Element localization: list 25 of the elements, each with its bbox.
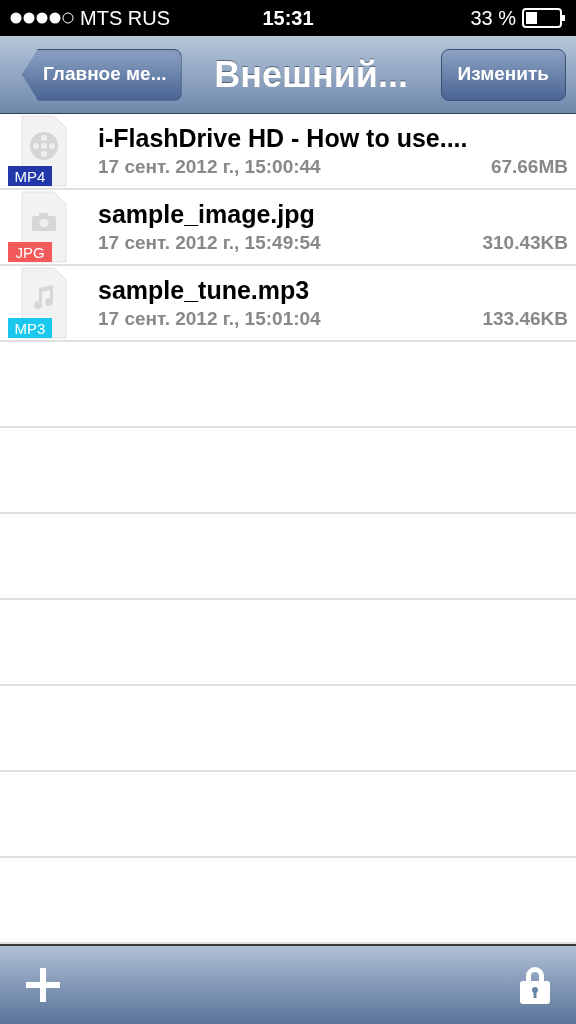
file-row[interactable]: MP3 sample_tune.mp3 17 сент. 2012 г., 15:01:04 133.46KB — [0, 266, 576, 342]
file-name: i-FlashDrive HD - How to use.... — [98, 123, 469, 154]
file-size: 133.46KB — [482, 307, 568, 331]
carrier-name: MTS RUS — [80, 6, 170, 31]
file-type-badge: JPG — [8, 242, 52, 262]
file-size: 310.43KB — [482, 231, 568, 255]
file-name: sample_tune.mp3 — [98, 275, 311, 306]
edit-button[interactable]: Изменить — [440, 48, 566, 101]
lock-icon[interactable] — [520, 966, 550, 1004]
battery-percent: 33 % — [470, 6, 516, 31]
signal-strength-icon — [10, 11, 74, 25]
add-icon[interactable] — [26, 968, 60, 1002]
file-row[interactable]: MP4 i-FlashDrive HD - How to use.... 17 сент. 2012 г., 15:00:44 67.66MB — [0, 114, 576, 190]
file-type-badge: MP4 — [8, 166, 52, 186]
back-button[interactable]: Главное ме... — [22, 48, 182, 101]
screen-title: Внешний... — [213, 52, 409, 97]
battery-icon — [522, 8, 566, 28]
file-size: 67.66MB — [490, 155, 568, 179]
file-date: 17 сент. 2012 г., 15:00:44 — [98, 155, 321, 179]
file-date: 17 сент. 2012 г., 15:01:04 — [98, 307, 321, 331]
file-row[interactable]: JPG sample_image.jpg 17 сент. 2012 г., 15:49:54 310.43KB — [0, 190, 576, 266]
clock-time: 15:31 — [262, 6, 314, 31]
file-date: 17 сент. 2012 г., 15:49:54 — [98, 231, 321, 255]
file-name: sample_image.jpg — [98, 199, 316, 230]
file-type-badge: MP3 — [8, 318, 52, 338]
